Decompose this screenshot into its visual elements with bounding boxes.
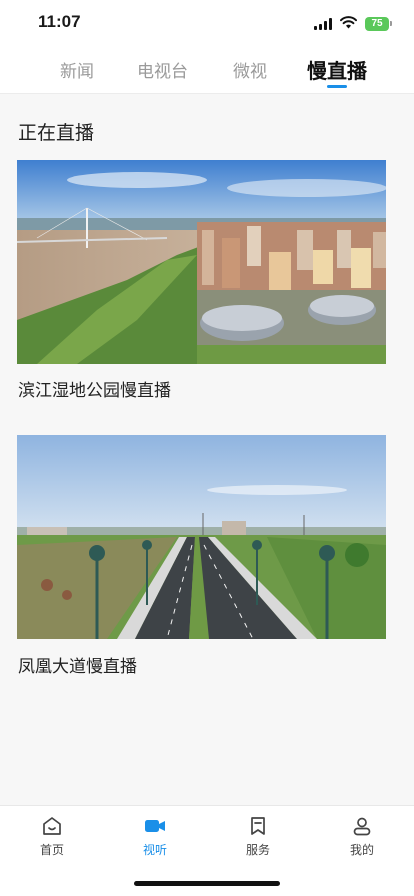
status-bar: 11:07 75	[0, 0, 414, 44]
tab-news[interactable]: 新闻	[60, 57, 94, 82]
tab-tv-station[interactable]: 电视台	[137, 57, 188, 82]
nav-label-services: 服务	[245, 843, 270, 857]
nav-item-profile[interactable]: 我的	[332, 814, 392, 858]
home-indicator	[134, 881, 280, 886]
stream-thumbnail-avenue[interactable]	[17, 435, 386, 639]
video-icon	[143, 814, 167, 838]
tab-slow-live[interactable]: 慢直播	[307, 55, 367, 84]
signal-icon	[314, 17, 332, 30]
user-icon	[350, 814, 374, 838]
status-icons: 75	[314, 14, 392, 33]
wifi-icon	[340, 14, 357, 33]
active-tab-indicator	[327, 85, 347, 88]
nav-item-home[interactable]: 首页	[22, 814, 82, 858]
battery-level: 75	[365, 16, 389, 31]
channel-tabs: 新闻 电视台 微视 慢直播	[0, 44, 414, 94]
section-title: 正在直播	[18, 122, 95, 144]
battery-icon: 75	[365, 16, 392, 31]
tab-micro-video[interactable]: 微视	[233, 57, 267, 82]
stream-title[interactable]: 滨江湿地公园慢直播	[18, 376, 171, 401]
status-time: 11:07	[38, 12, 81, 31]
nav-label-profile: 我的	[349, 843, 374, 857]
bookmark-icon	[246, 814, 270, 838]
stream-title[interactable]: 凤凰大道慢直播	[18, 652, 137, 677]
nav-item-services[interactable]: 服务	[228, 814, 288, 858]
nav-label-home: 首页	[39, 843, 64, 857]
home-icon	[40, 814, 64, 838]
nav-label-media: 视听	[142, 843, 167, 857]
stream-thumbnail-wetland[interactable]	[17, 160, 386, 364]
nav-item-media[interactable]: 视听	[125, 814, 185, 858]
